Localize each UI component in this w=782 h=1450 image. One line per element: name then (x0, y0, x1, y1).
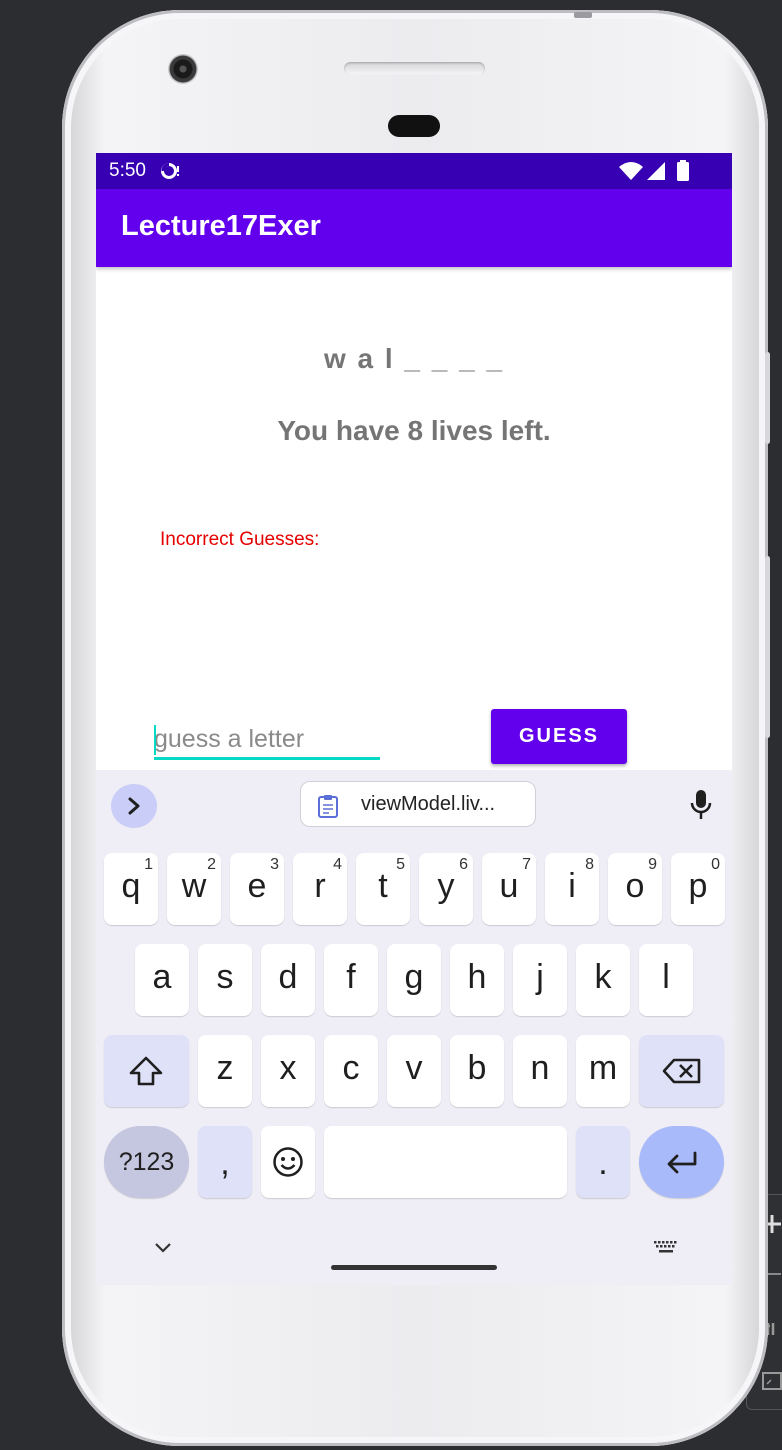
earpiece-speaker (344, 62, 485, 75)
key-i[interactable]: i 8 (545, 853, 599, 925)
key-char: d (278, 958, 298, 996)
key-g[interactable]: g (387, 944, 441, 1016)
key-k[interactable]: k (576, 944, 630, 1016)
key-hint: 7 (522, 856, 531, 873)
zoom-fit-icon[interactable] (761, 1371, 782, 1391)
incorrect-guesses-label: Incorrect Guesses: (160, 529, 320, 550)
key-f[interactable]: f (324, 944, 378, 1016)
key-char: m (588, 1049, 618, 1087)
app-title: Lecture17Exer (121, 210, 321, 242)
key-hint: 9 (648, 856, 657, 873)
key-char: b (467, 1049, 487, 1087)
comma-char: , (220, 1144, 230, 1182)
key-hint: 5 (396, 856, 405, 873)
key-u[interactable]: u 7 (482, 853, 536, 925)
key-char: h (467, 958, 487, 996)
key-r[interactable]: r 4 (293, 853, 347, 925)
soft-keyboard: viewModel.liv... q 1 w 2 e 3 r 4 t 5 y 6… (96, 770, 732, 1285)
key-m[interactable]: m (576, 1035, 630, 1107)
shift-key[interactable] (104, 1035, 189, 1107)
key-e[interactable]: e 3 (230, 853, 284, 925)
top-edge-notch (574, 12, 592, 18)
period-char: . (598, 1144, 608, 1182)
key-hint: 2 (207, 856, 216, 873)
key-char: k (594, 958, 612, 996)
guess-letter-input[interactable] (154, 721, 380, 760)
guess-button[interactable]: GUESS (491, 709, 627, 764)
switch-keyboard-icon[interactable] (653, 1240, 679, 1254)
key-w[interactable]: w 2 (167, 853, 221, 925)
clipboard-icon (318, 795, 338, 818)
spacebar[interactable] (324, 1126, 567, 1198)
period-key[interactable]: . (576, 1126, 630, 1198)
key-hint: 8 (585, 856, 594, 873)
front-camera (168, 54, 198, 84)
proximity-sensor (388, 115, 440, 137)
enter-icon (667, 1151, 697, 1174)
volume-rocker (765, 556, 770, 738)
key-hint: 6 (459, 856, 468, 873)
backspace-icon (662, 1058, 701, 1084)
key-char: v (405, 1049, 423, 1087)
key-z[interactable]: z (198, 1035, 252, 1107)
key-l[interactable]: l (639, 944, 693, 1016)
chevron-right-icon (128, 797, 140, 815)
symbols-key[interactable]: ?123 (104, 1126, 189, 1198)
key-s[interactable]: s (198, 944, 252, 1016)
clipboard-suggestion-chip[interactable]: viewModel.liv... (300, 781, 536, 827)
status-bar: 5:50 (96, 153, 732, 189)
key-c[interactable]: c (324, 1035, 378, 1107)
key-b[interactable]: b (450, 1035, 504, 1107)
data-saver-icon (161, 162, 179, 179)
key-hint: 4 (333, 856, 342, 873)
key-q[interactable]: q 1 (104, 853, 158, 925)
backspace-key[interactable] (639, 1035, 724, 1107)
mic-icon[interactable] (689, 788, 713, 822)
expand-toolbar-button[interactable] (111, 784, 157, 828)
key-hint: 3 (270, 856, 279, 873)
key-char: a (152, 958, 172, 996)
comma-key[interactable]: , (198, 1126, 252, 1198)
key-char: n (530, 1049, 550, 1087)
key-h[interactable]: h (450, 944, 504, 1016)
key-d[interactable]: d (261, 944, 315, 1016)
key-char: x (279, 1049, 297, 1087)
key-char: c (342, 1049, 360, 1087)
key-char: z (216, 1049, 234, 1087)
key-n[interactable]: n (513, 1035, 567, 1107)
status-time: 5:50 (109, 160, 146, 181)
wifi-icon (619, 162, 643, 180)
emoji-key[interactable] (261, 1126, 315, 1198)
device-screen: 5:50 Lecture17Exer w a l _ _ _ _ You hav… (96, 153, 732, 1285)
emoji-icon (273, 1147, 303, 1177)
key-char: g (404, 958, 424, 996)
key-y[interactable]: y 6 (419, 853, 473, 925)
key-a[interactable]: a (135, 944, 189, 1016)
symbols-label: ?123 (118, 1148, 175, 1176)
key-v[interactable]: v (387, 1035, 441, 1107)
key-char: s (216, 958, 234, 996)
enter-key[interactable] (639, 1126, 724, 1198)
key-hint: 1 (144, 856, 153, 873)
hide-keyboard-icon[interactable] (154, 1242, 172, 1254)
key-p[interactable]: p 0 (671, 853, 725, 925)
key-hint: 0 (711, 856, 720, 873)
key-j[interactable]: j (513, 944, 567, 1016)
key-char: f (346, 958, 356, 996)
clipboard-suggestion-text: viewModel.liv... (361, 793, 496, 815)
cell-signal-icon (647, 162, 665, 180)
gesture-nav-handle[interactable] (331, 1265, 497, 1270)
word-display: w a l _ _ _ _ (323, 343, 505, 374)
key-o[interactable]: o 9 (608, 853, 662, 925)
shift-icon (129, 1056, 163, 1086)
app-toolbar: Lecture17Exer (96, 189, 732, 267)
text-cursor (154, 725, 156, 755)
key-t[interactable]: t 5 (356, 853, 410, 925)
battery-icon (677, 160, 689, 181)
key-char: j (536, 958, 544, 996)
lives-remaining-text: You have 8 lives left. (277, 415, 551, 446)
key-x[interactable]: x (261, 1035, 315, 1107)
power-button (765, 352, 770, 444)
key-char: l (662, 958, 670, 996)
